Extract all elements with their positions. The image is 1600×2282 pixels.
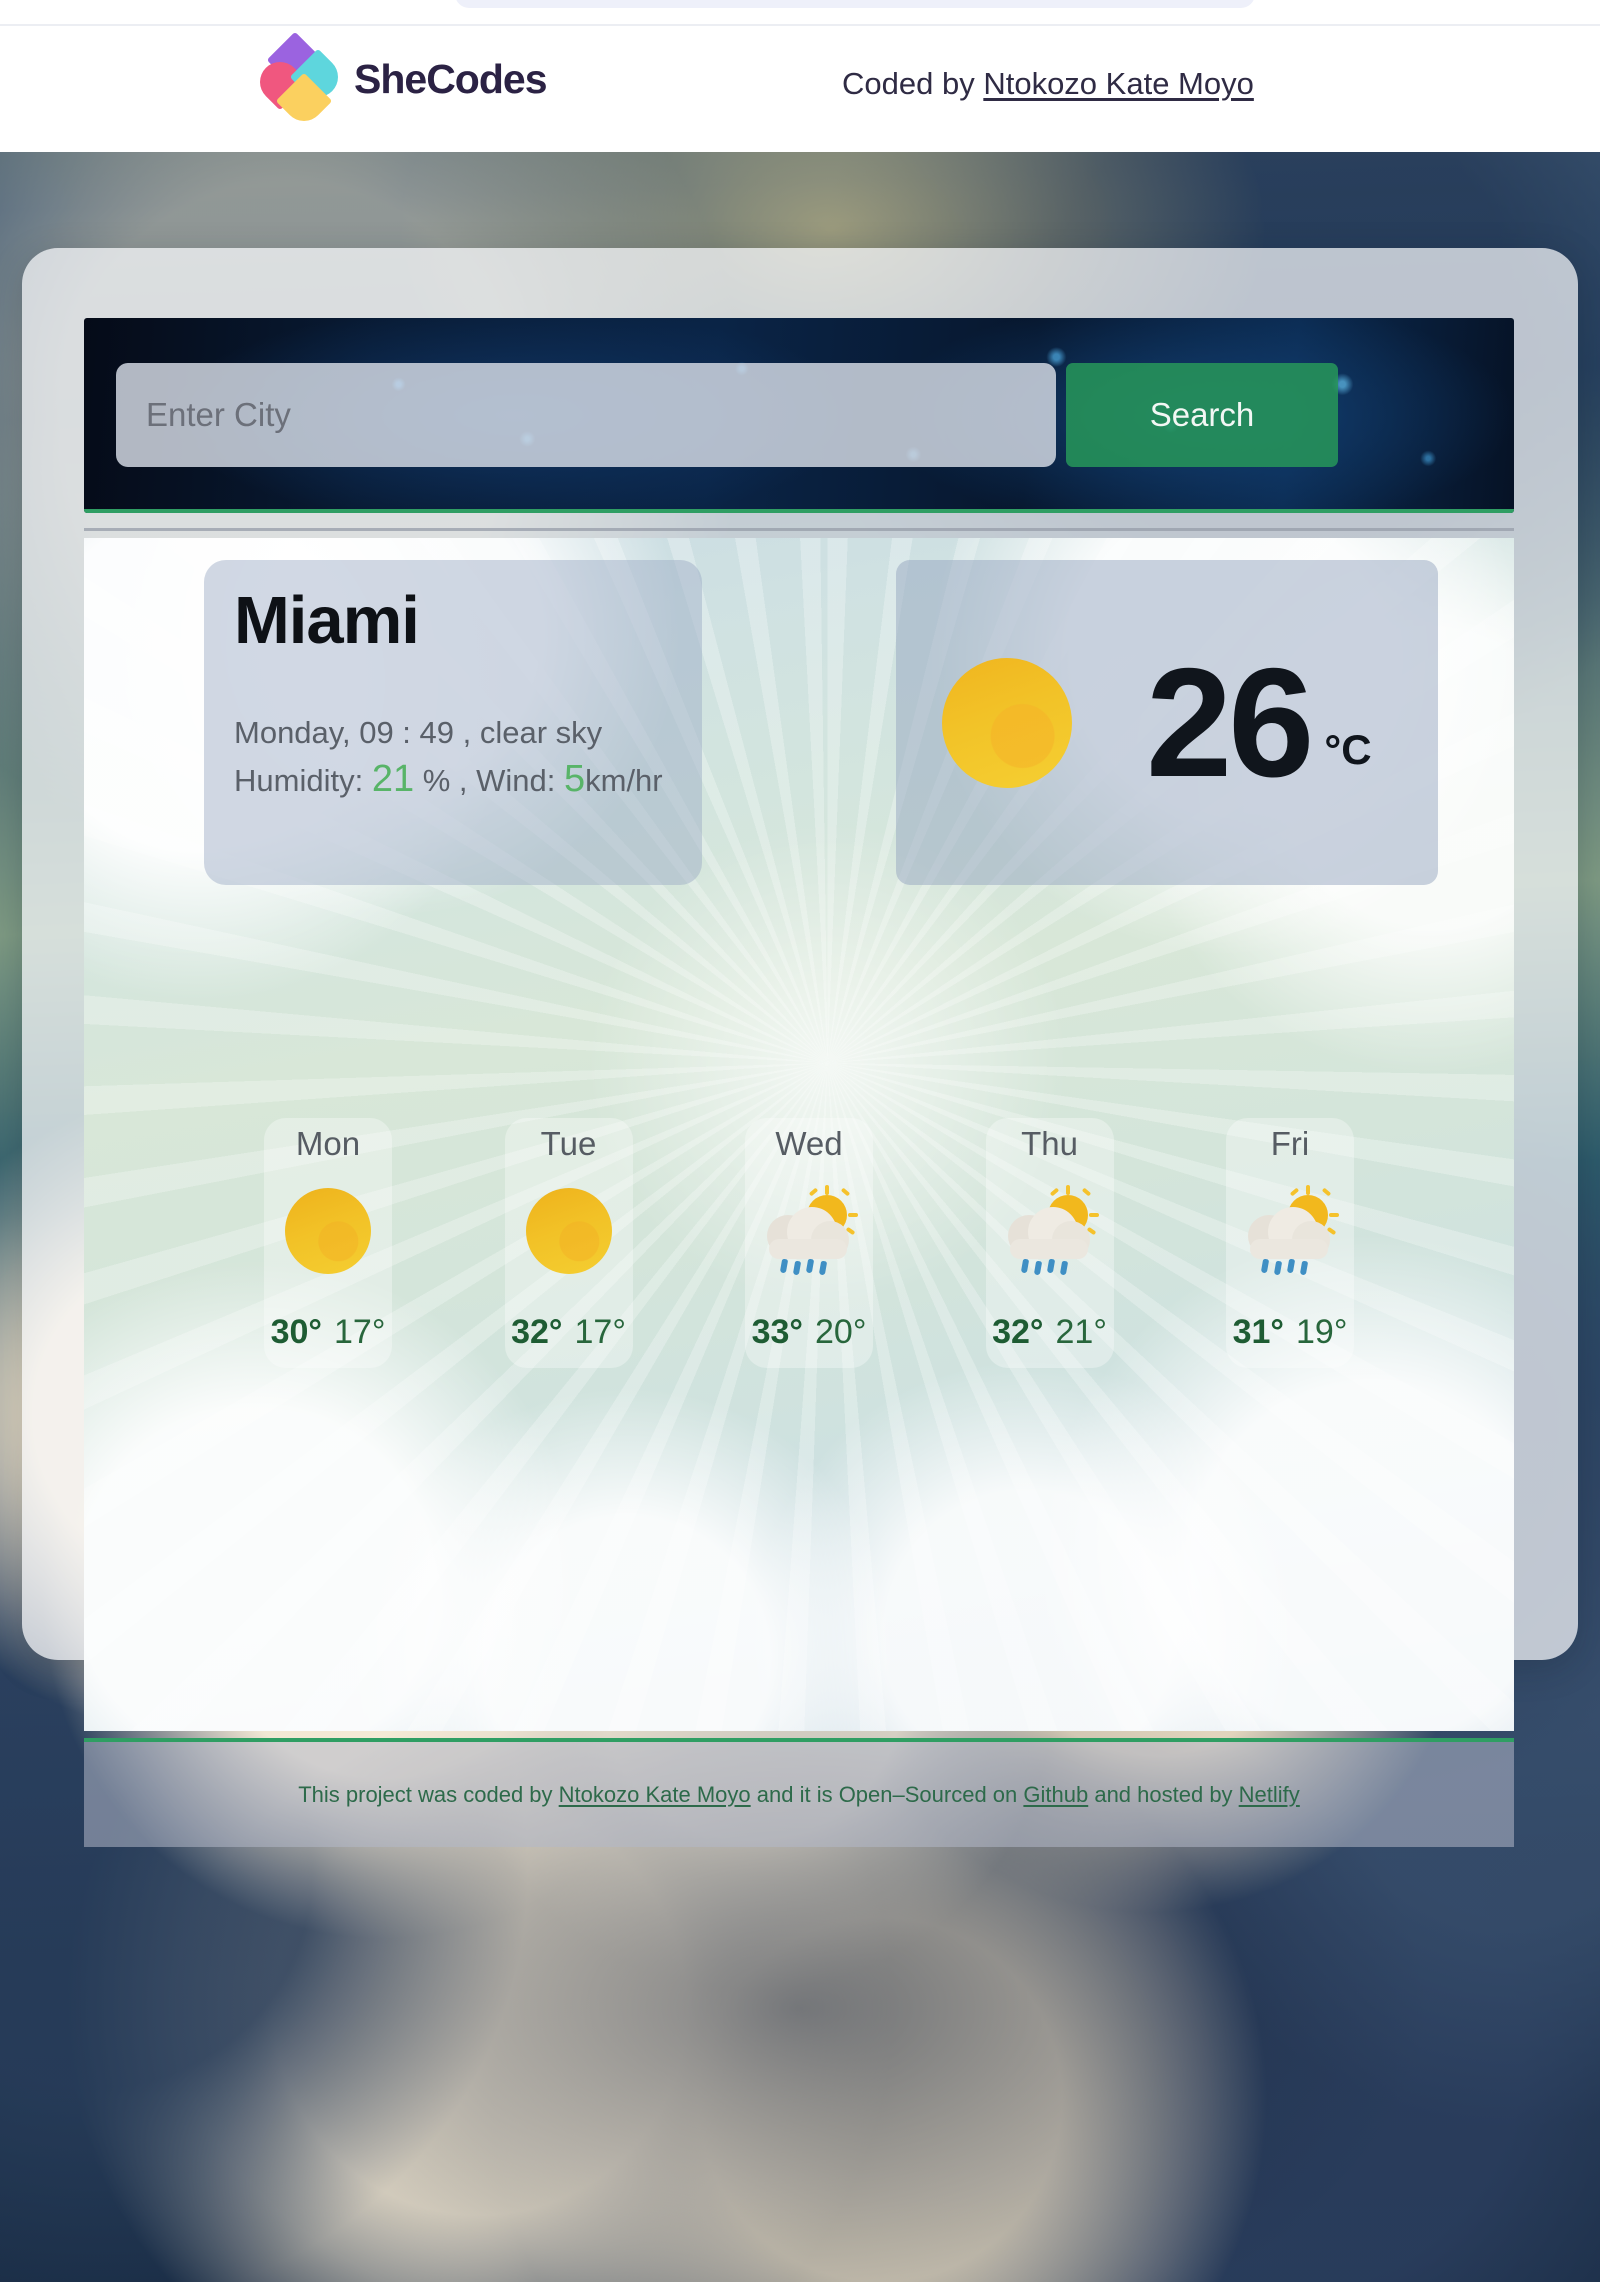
temperature-value: 26 — [1146, 635, 1314, 809]
humidity-value: 21 — [371, 758, 415, 801]
sun-rain-icon — [761, 1185, 858, 1277]
sun-icon — [521, 1185, 617, 1277]
coded-by-prefix: Coded by — [842, 66, 984, 101]
forecast-min: 20° — [815, 1313, 867, 1351]
brand-wordmark: SheCodes — [354, 55, 547, 102]
forecast-day: Fri — [1270, 1125, 1310, 1162]
site-header: SheCodes Coded by Ntokozo Kate Moyo — [0, 0, 1600, 152]
forecast-temps: 33° 20° — [752, 1313, 867, 1352]
day-time-condition: Monday, 09 : 49 , clear sky — [234, 715, 603, 751]
search-form[interactable]: Search — [116, 363, 1338, 467]
humidity-wind-line: Humidity: 21 % , Wind: 5km/hr — [234, 754, 702, 805]
forecast-day: Mon — [295, 1125, 361, 1162]
weather-content-panel: Miami Monday, 09 : 49 , clear sky Humidi… — [84, 538, 1514, 1731]
forecast-temps: 30° 17° — [271, 1313, 386, 1352]
search-button[interactable]: Search — [1066, 363, 1338, 467]
author-link-header[interactable]: Ntokozo Kate Moyo — [983, 66, 1254, 101]
wind-unit: km/hr — [585, 763, 663, 799]
forecast-card[interactable]: Thu 32° 21° — [985, 1118, 1114, 1368]
current-city-card: Miami Monday, 09 : 49 , clear sky Humidi… — [204, 560, 702, 885]
forecast-min: 17° — [334, 1313, 386, 1351]
city-name: Miami — [234, 583, 420, 658]
forecast-max: 32° — [511, 1313, 563, 1351]
forecast-card[interactable]: Fri 31° 19° — [1226, 1118, 1354, 1368]
forecast-min: 19° — [1296, 1313, 1348, 1351]
temperature-unit: °C — [1324, 726, 1372, 774]
forecast-strip: Mon 30° 17° Tue 32° 17° Wed 33° 20° Thu … — [264, 1118, 1354, 1368]
sun-rain-icon — [1242, 1185, 1339, 1277]
forecast-max: 32° — [992, 1313, 1044, 1351]
github-link[interactable]: Github — [1023, 1782, 1088, 1807]
forecast-card[interactable]: Mon 30° 17° — [264, 1118, 392, 1368]
header-rule — [84, 528, 1514, 531]
forecast-card[interactable]: Wed 33° 20° — [745, 1118, 873, 1368]
shecodes-brand[interactable]: SheCodes — [251, 31, 547, 130]
forecast-day: Tue — [540, 1125, 597, 1162]
footer-part2: and it is Open–Sourced on — [750, 1781, 1024, 1807]
wind-value: 5 — [563, 758, 586, 801]
author-link-footer[interactable]: Ntokozo Kate Moyo — [559, 1782, 751, 1807]
netlify-link[interactable]: Netlify — [1239, 1782, 1300, 1807]
sun-icon — [280, 1185, 376, 1277]
shecodes-logo-icon — [251, 31, 347, 130]
header-divider — [0, 24, 1600, 26]
current-temperature-card: 26 °C — [896, 560, 1438, 885]
current-conditions: Monday, 09 : 49 , clear sky Humidity: 21… — [234, 712, 702, 805]
forecast-temps: 32° 21° — [992, 1313, 1107, 1352]
footer-part3: and hosted by — [1088, 1781, 1239, 1807]
forecast-min: 21° — [1055, 1313, 1107, 1351]
forecast-day: Thu — [1021, 1125, 1078, 1162]
search-header: Search — [84, 318, 1514, 513]
humidity-unit: % — [414, 763, 459, 799]
forecast-min: 17° — [574, 1313, 626, 1351]
humidity-label: Humidity: — [234, 763, 372, 799]
forecast-max: 31° — [1232, 1313, 1284, 1351]
forecast-card[interactable]: Tue 32° 17° — [504, 1118, 633, 1368]
footer-credit: This project was coded by Ntokozo Kate M… — [298, 1782, 1300, 1808]
coded-by-line: Coded by Ntokozo Kate Moyo — [842, 66, 1254, 102]
weather-app-page: SheCodes Coded by Ntokozo Kate Moyo Sear… — [0, 0, 1600, 2282]
wind-label: , Wind: — [458, 763, 564, 799]
forecast-temps: 31° 19° — [1233, 1313, 1348, 1352]
weather-widget-card: Search Miami Monday, 09 : 49 , clear sky… — [22, 248, 1578, 1847]
sun-icon — [942, 657, 1072, 788]
forecast-temps: 32° 17° — [511, 1313, 626, 1352]
widget-footer: This project was coded by Ntokozo Kate M… — [84, 1742, 1514, 1847]
temperature-readout: 26 °C — [1146, 635, 1372, 809]
search-input[interactable] — [116, 363, 1056, 467]
footer-part1: This project was coded by — [298, 1781, 559, 1807]
forecast-max: 30° — [270, 1313, 322, 1351]
top-partial-chip — [455, 0, 1255, 8]
forecast-day: Wed — [775, 1125, 843, 1162]
sun-rain-icon — [1002, 1185, 1099, 1277]
forecast-max: 33° — [751, 1313, 803, 1351]
